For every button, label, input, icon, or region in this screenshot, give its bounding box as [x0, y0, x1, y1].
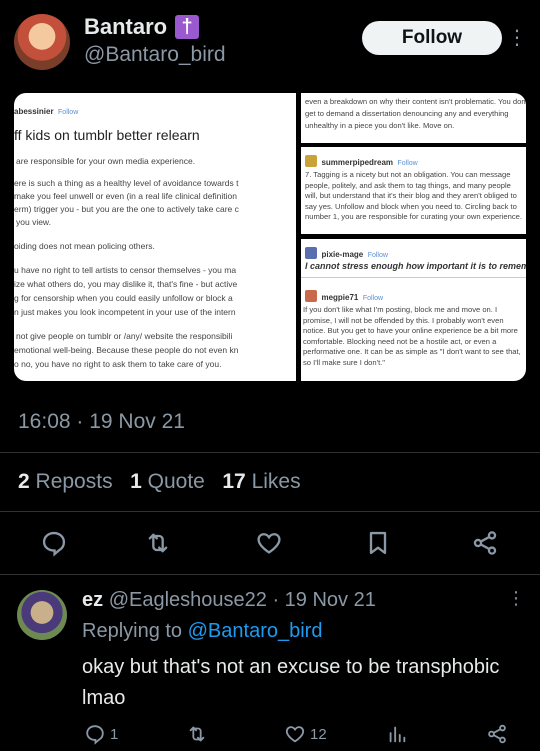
tumblr-avatar: [305, 154, 317, 167]
tumblr-line: make you feel unwell or even (in a real …: [14, 191, 238, 201]
tumblr-user-row: megpie71 Follow: [305, 287, 383, 305]
repost-button[interactable]: [144, 529, 172, 557]
reply-more-options-icon[interactable]: ⋮: [507, 588, 525, 614]
likes-stat[interactable]: 17 Likes: [222, 470, 300, 493]
tumblr-separator: [301, 277, 526, 278]
tumblr-line: o no, you have no right to ask them to t…: [14, 359, 222, 369]
author-display-name[interactable]: Bantaro: [84, 14, 167, 40]
media-panel-left: abessinier Follow ff kids on tumblr bett…: [14, 93, 296, 381]
repost-icon: [148, 533, 168, 553]
tumblr-line: oiding does not mean policing others.: [14, 241, 155, 251]
cross-emoji-icon: †: [175, 15, 199, 39]
tumblr-user-row: abessinier Follow: [14, 101, 78, 119]
quote-stat[interactable]: 1 Quote: [130, 470, 205, 493]
divider: [0, 452, 540, 453]
reply-author-avatar[interactable]: [17, 590, 67, 640]
tumblr-line: not give people on tumblr or /any/ websi…: [16, 331, 233, 341]
tumblr-follow-link: Follow: [362, 295, 384, 302]
tumblr-quote: I cannot stress enough how important it …: [305, 261, 526, 271]
media-panel-right-middle: summerpipedream Follow 7. Tagging is a n…: [301, 147, 526, 234]
tumblr-line: g for censorship when you could easily u…: [14, 293, 233, 303]
post-timestamp[interactable]: 16:08 · 19 Nov 21: [18, 410, 185, 434]
tumblr-line: emotional well-being. Because these peop…: [14, 345, 239, 355]
tumblr-line: unhealthy in a piece you don't like. Mov…: [305, 121, 455, 130]
reply-author-handle[interactable]: @Eagleshouse22: [109, 589, 267, 611]
bookmark-button[interactable]: [364, 529, 392, 557]
tumblr-line: are responsible for your own media exper…: [16, 156, 196, 166]
author-avatar[interactable]: [14, 14, 70, 70]
reply-repost-button[interactable]: [186, 723, 208, 750]
tumblr-follow-link: Follow: [397, 160, 418, 167]
like-button[interactable]: [255, 529, 283, 557]
tumblr-username: abessinier: [14, 107, 54, 116]
tumblr-line: even a breakdown on why their content is…: [305, 97, 526, 106]
tumblr-post-text: If you don't like what I'm posting, bloc…: [303, 305, 521, 367]
replying-to: Replying to @Bantaro_bird: [82, 620, 322, 643]
comment-icon: [84, 723, 106, 745]
reply-views-button[interactable]: [386, 723, 408, 750]
tumblr-username: megpie71: [321, 293, 359, 302]
heart-icon: [284, 723, 306, 745]
reposts-label: Reposts: [35, 470, 113, 493]
tumblr-line: u have no right to tell artists to censo…: [14, 265, 237, 275]
tumblr-username: summerpipedream: [321, 158, 394, 167]
tumblr-line: n just makes you look incompetent in you…: [14, 307, 236, 317]
reply-header: ez @Eagleshouse22 · 19 Nov 21: [82, 589, 376, 612]
tumblr-username: pixie-mage: [321, 250, 364, 259]
tumblr-follow-link: Follow: [367, 252, 388, 259]
author-handle[interactable]: @Bantaro_bird: [84, 43, 226, 67]
repost-icon: [186, 726, 208, 749]
bookmark-icon: [369, 531, 387, 555]
heart-icon: [257, 533, 281, 554]
tumblr-line: get to demand a dissertation denouncing …: [305, 109, 509, 118]
quote-count: 1: [130, 470, 142, 493]
reply-like-count: 12: [310, 725, 327, 743]
more-options-icon[interactable]: ⋮: [507, 24, 527, 52]
tumblr-line: you view.: [16, 217, 51, 227]
reposts-stat[interactable]: 2 Reposts: [18, 470, 113, 493]
tumblr-line: ere is such a thing as a healthy level o…: [14, 178, 239, 188]
share-icon: [486, 724, 508, 749]
reply-reply-count: 1: [110, 725, 119, 743]
tumblr-follow-link: Follow: [58, 109, 79, 116]
tumblr-avatar: [305, 246, 317, 259]
divider: [0, 574, 540, 575]
quote-label: Quote: [147, 470, 205, 493]
follow-button[interactable]: Follow: [362, 21, 502, 55]
media-panel-right-bottom: pixie-mage Follow I cannot stress enough…: [301, 239, 526, 381]
reply-share-button[interactable]: [486, 723, 508, 750]
likes-label: Likes: [251, 470, 301, 493]
reply-reply-button[interactable]: 1: [84, 723, 118, 745]
comment-icon: [42, 531, 66, 557]
media-panel-right-top: even a breakdown on why their content is…: [301, 93, 526, 143]
tumblr-line: ize what others do, you may dislike it, …: [14, 279, 238, 289]
analytics-icon: [386, 726, 408, 749]
tumblr-post-title: ff kids on tumblr better relearn: [14, 127, 200, 143]
reply-button[interactable]: [40, 529, 68, 557]
share-button[interactable]: [471, 529, 499, 557]
engagement-stats: 2 Reposts 1 Quote 17 Likes: [18, 470, 301, 494]
tumblr-avatar: [305, 289, 317, 302]
share-icon: [473, 531, 497, 555]
reply-author-name[interactable]: ez: [82, 589, 103, 611]
replying-to-handle-link[interactable]: @Bantaro_bird: [188, 620, 323, 642]
tumblr-user-row: summerpipedream Follow: [305, 152, 418, 170]
post-media-image[interactable]: abessinier Follow ff kids on tumblr bett…: [14, 93, 526, 381]
reply-like-button[interactable]: 12: [284, 723, 327, 745]
reposts-count: 2: [18, 470, 30, 493]
reply-text: okay but that's not an excuse to be tran…: [82, 656, 500, 709]
tumblr-user-row: pixie-mage Follow: [305, 244, 388, 262]
tumblr-line: erm) trigger you - but you are the one t…: [14, 204, 239, 214]
reply-date[interactable]: · 19 Nov 21: [272, 589, 375, 611]
likes-count: 17: [222, 470, 246, 493]
replying-prefix: Replying to: [82, 620, 183, 642]
divider: [0, 511, 540, 512]
tumblr-post-text: 7. Tagging is a nicety but not an obliga…: [305, 170, 522, 221]
